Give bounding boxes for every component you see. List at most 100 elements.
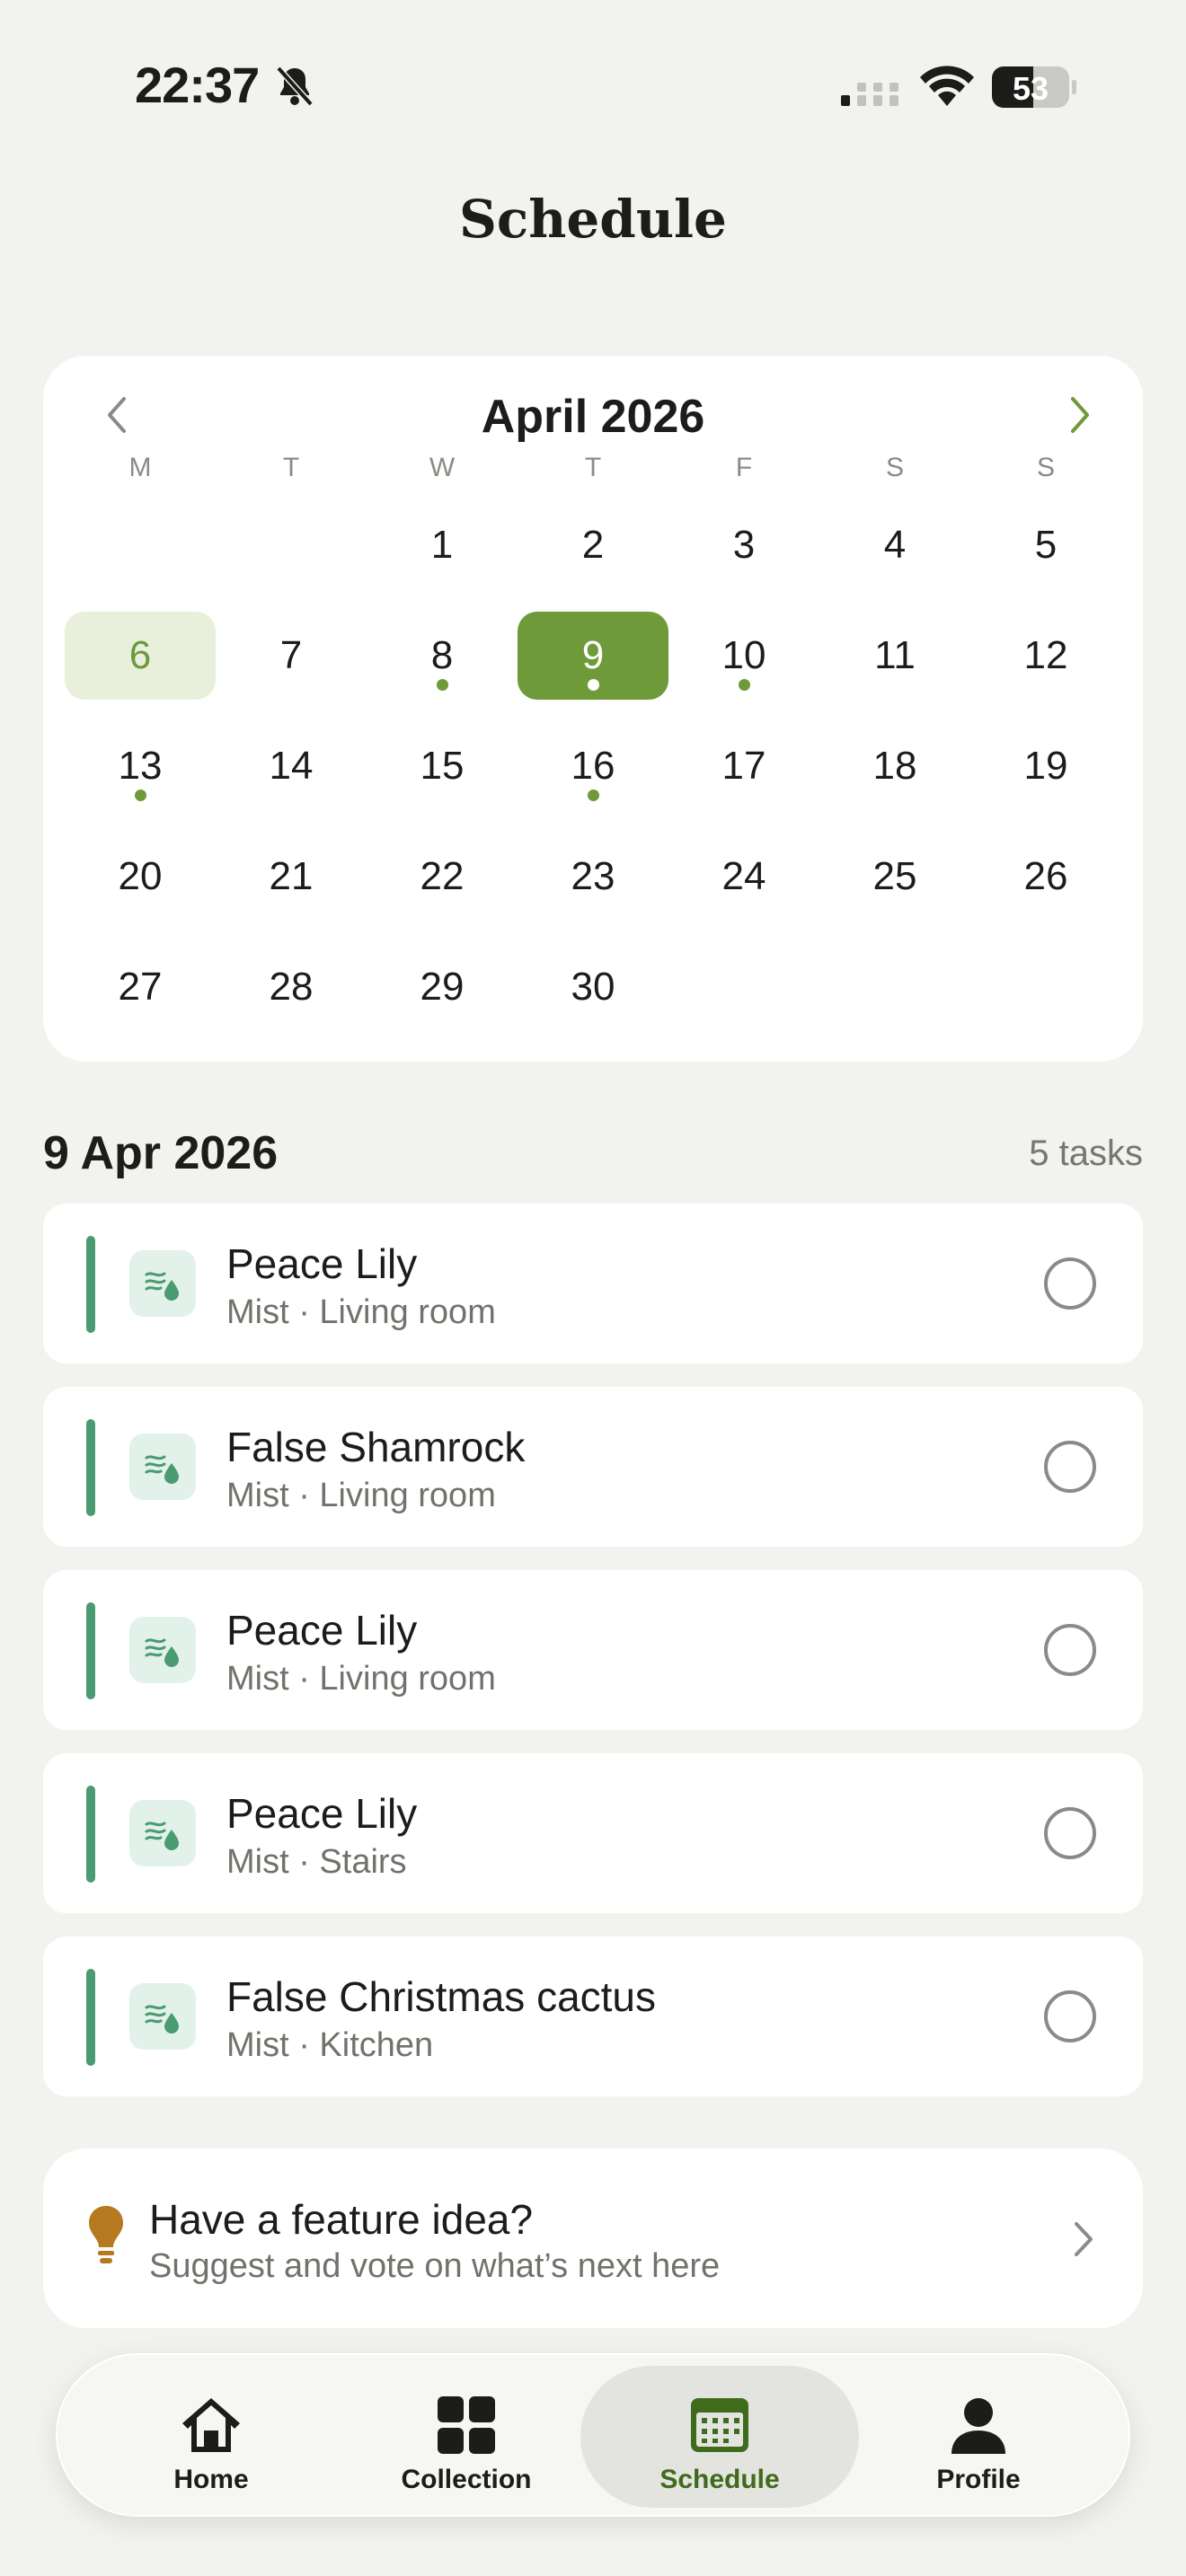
- calendar-day-15[interactable]: 15: [367, 722, 518, 833]
- calendar-day-8[interactable]: 8: [367, 612, 518, 722]
- calendar-day-3[interactable]: 3: [668, 501, 819, 612]
- task-detail: Mist · Kitchen: [226, 2026, 434, 2064]
- status-bar: 22:37 53: [0, 0, 1186, 171]
- day-label: 5: [1034, 523, 1058, 567]
- tab-label: Profile: [936, 2465, 1021, 2494]
- day-label: 17: [721, 744, 766, 788]
- task-accent-bar: [86, 1786, 95, 1883]
- task-complete-checkbox[interactable]: [1044, 1624, 1096, 1676]
- calendar-day-30[interactable]: 30: [518, 943, 668, 1054]
- tab-schedule[interactable]: Schedule: [580, 2366, 859, 2508]
- day-number: 30: [518, 943, 668, 1031]
- day-label: 11: [874, 633, 916, 677]
- tab-home[interactable]: Home: [72, 2366, 350, 2508]
- day-label: 20: [118, 854, 163, 898]
- task-card[interactable]: Peace Lily Mist · Living room: [43, 1204, 1143, 1363]
- day-label: 22: [420, 854, 465, 898]
- calendar-day-4[interactable]: 4: [819, 501, 970, 612]
- tab-collection[interactable]: Collection: [327, 2366, 606, 2508]
- day-label: 26: [1023, 854, 1068, 898]
- task-count: 5 tasks: [1029, 1134, 1143, 1173]
- feature-idea-card[interactable]: Have a feature idea? Suggest and vote on…: [43, 2148, 1143, 2328]
- day-number: 1: [367, 501, 518, 589]
- calendar-day-9[interactable]: 9: [518, 612, 668, 722]
- day-label: 14: [269, 744, 314, 788]
- weekday-label: S: [1036, 453, 1055, 482]
- calendar-day-29[interactable]: 29: [367, 943, 518, 1054]
- tab-label: Schedule: [659, 2465, 780, 2494]
- task-accent-bar: [86, 1236, 95, 1333]
- calendar-day-19[interactable]: 19: [970, 722, 1121, 833]
- chevron-right-icon: [1075, 2222, 1093, 2256]
- calendar-day-23[interactable]: 23: [518, 833, 668, 943]
- task-complete-checkbox[interactable]: [1044, 1441, 1096, 1493]
- calendar-icon: [691, 2398, 748, 2452]
- bell-muted-icon: [276, 66, 314, 107]
- weekday-label: S: [885, 453, 904, 482]
- day-number: 18: [819, 722, 970, 810]
- task-complete-checkbox[interactable]: [1044, 1807, 1096, 1859]
- day-label: 28: [269, 965, 314, 1009]
- task-icon-tile: [129, 1800, 196, 1866]
- task-plant-name: Peace Lily: [226, 1240, 418, 1287]
- day-label: 29: [420, 965, 465, 1009]
- day-number: 6: [65, 612, 216, 700]
- calendar-day-14[interactable]: 14: [216, 722, 367, 833]
- task-detail: Mist · Living room: [226, 1660, 496, 1698]
- weekday-label: F: [735, 453, 753, 482]
- wifi-icon: [920, 66, 974, 106]
- task-plant-name: Peace Lily: [226, 1790, 418, 1837]
- task-plant-name: False Shamrock: [226, 1424, 526, 1470]
- calendar-day-2[interactable]: 2: [518, 501, 668, 612]
- day-label: 3: [732, 523, 756, 567]
- calendar-day-5[interactable]: 5: [970, 501, 1121, 612]
- task-card[interactable]: Peace Lily Mist · Stairs: [43, 1753, 1143, 1913]
- person-icon: [951, 2398, 1005, 2454]
- tab-bar: Home Collection Schedule Profile: [56, 2353, 1130, 2517]
- task-indicator-dot: [436, 679, 448, 691]
- calendar-day-25[interactable]: 25: [819, 833, 970, 943]
- task-plant-name: False Christmas cactus: [226, 1973, 657, 2020]
- calendar-day-18[interactable]: 18: [819, 722, 970, 833]
- task-indicator-dot: [587, 790, 599, 801]
- calendar-day-grid: 1 2 3 4 5 6 7 8 9 10 11 12 13 14 15 16 17 18 19 20 21 22 23 24 2…: [65, 501, 1121, 1054]
- calendar-day-11[interactable]: 11: [819, 612, 970, 722]
- day-label: 13: [118, 744, 163, 788]
- task-complete-checkbox[interactable]: [1044, 1257, 1096, 1310]
- calendar-day-28[interactable]: 28: [216, 943, 367, 1054]
- task-complete-checkbox[interactable]: [1044, 1990, 1096, 2042]
- tab-profile[interactable]: Profile: [839, 2366, 1118, 2508]
- calendar-day-1[interactable]: 1: [367, 501, 518, 612]
- day-number: 19: [970, 722, 1121, 810]
- feature-idea-title: Have a feature idea?: [149, 2196, 534, 2243]
- calendar-day-26[interactable]: 26: [970, 833, 1121, 943]
- calendar-day-27[interactable]: 27: [65, 943, 216, 1054]
- calendar-day-13[interactable]: 13: [65, 722, 216, 833]
- task-indicator-dot: [134, 790, 146, 801]
- task-card[interactable]: False Shamrock Mist · Living room: [43, 1387, 1143, 1547]
- day-number: [65, 501, 216, 589]
- next-month-button[interactable]: [1053, 388, 1107, 442]
- day-number: [216, 501, 367, 589]
- day-label: 6: [128, 633, 152, 677]
- calendar-day-21[interactable]: 21: [216, 833, 367, 943]
- task-card[interactable]: False Christmas cactus Mist · Kitchen: [43, 1936, 1143, 2096]
- task-card[interactable]: Peace Lily Mist · Living room: [43, 1570, 1143, 1730]
- selected-date-title: 9 Apr 2026: [43, 1127, 279, 1179]
- calendar-day-24[interactable]: 24: [668, 833, 819, 943]
- day-label: 21: [269, 854, 314, 898]
- day-label: 15: [420, 744, 465, 788]
- day-label: 1: [430, 523, 454, 567]
- calendar-day-12[interactable]: 12: [970, 612, 1121, 722]
- calendar-day-20[interactable]: 20: [65, 833, 216, 943]
- calendar-day-17[interactable]: 17: [668, 722, 819, 833]
- status-time: 22:37: [135, 57, 260, 113]
- calendar-day-7[interactable]: 7: [216, 612, 367, 722]
- day-label: 19: [1023, 744, 1068, 788]
- tasks-section-header: 9 Apr 2026 5 tasks: [43, 1123, 1143, 1186]
- calendar-day-16[interactable]: 16: [518, 722, 668, 833]
- calendar-day-22[interactable]: 22: [367, 833, 518, 943]
- calendar-day-10[interactable]: 10: [668, 612, 819, 722]
- grid-icon: [438, 2396, 495, 2454]
- calendar-day-6[interactable]: 6: [65, 612, 216, 722]
